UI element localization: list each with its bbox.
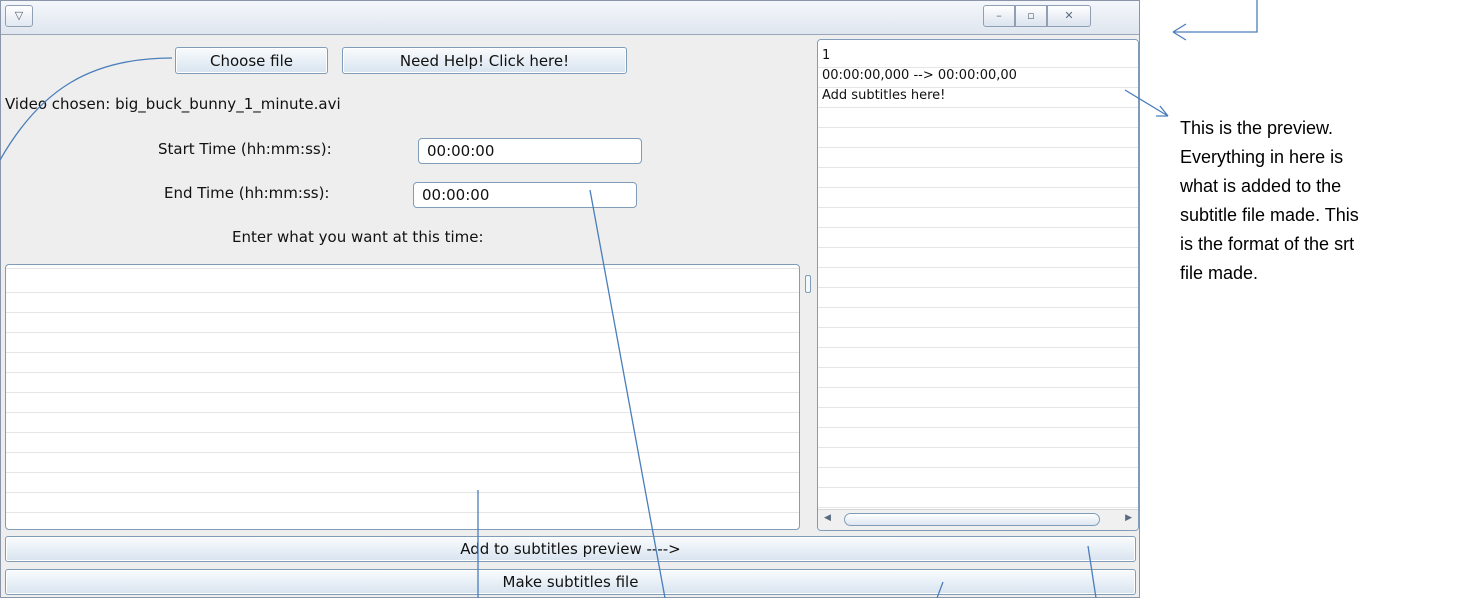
preview-callout-arrow <box>1124 89 1169 117</box>
choose-file-callout-line <box>0 57 173 161</box>
add-preview-callout-line <box>1087 545 1097 598</box>
window-callout-arrow <box>1172 0 1258 41</box>
make-file-callout-line <box>936 581 944 598</box>
end-time-callout-line <box>589 189 666 598</box>
annotation-callout-lines <box>0 0 1258 598</box>
